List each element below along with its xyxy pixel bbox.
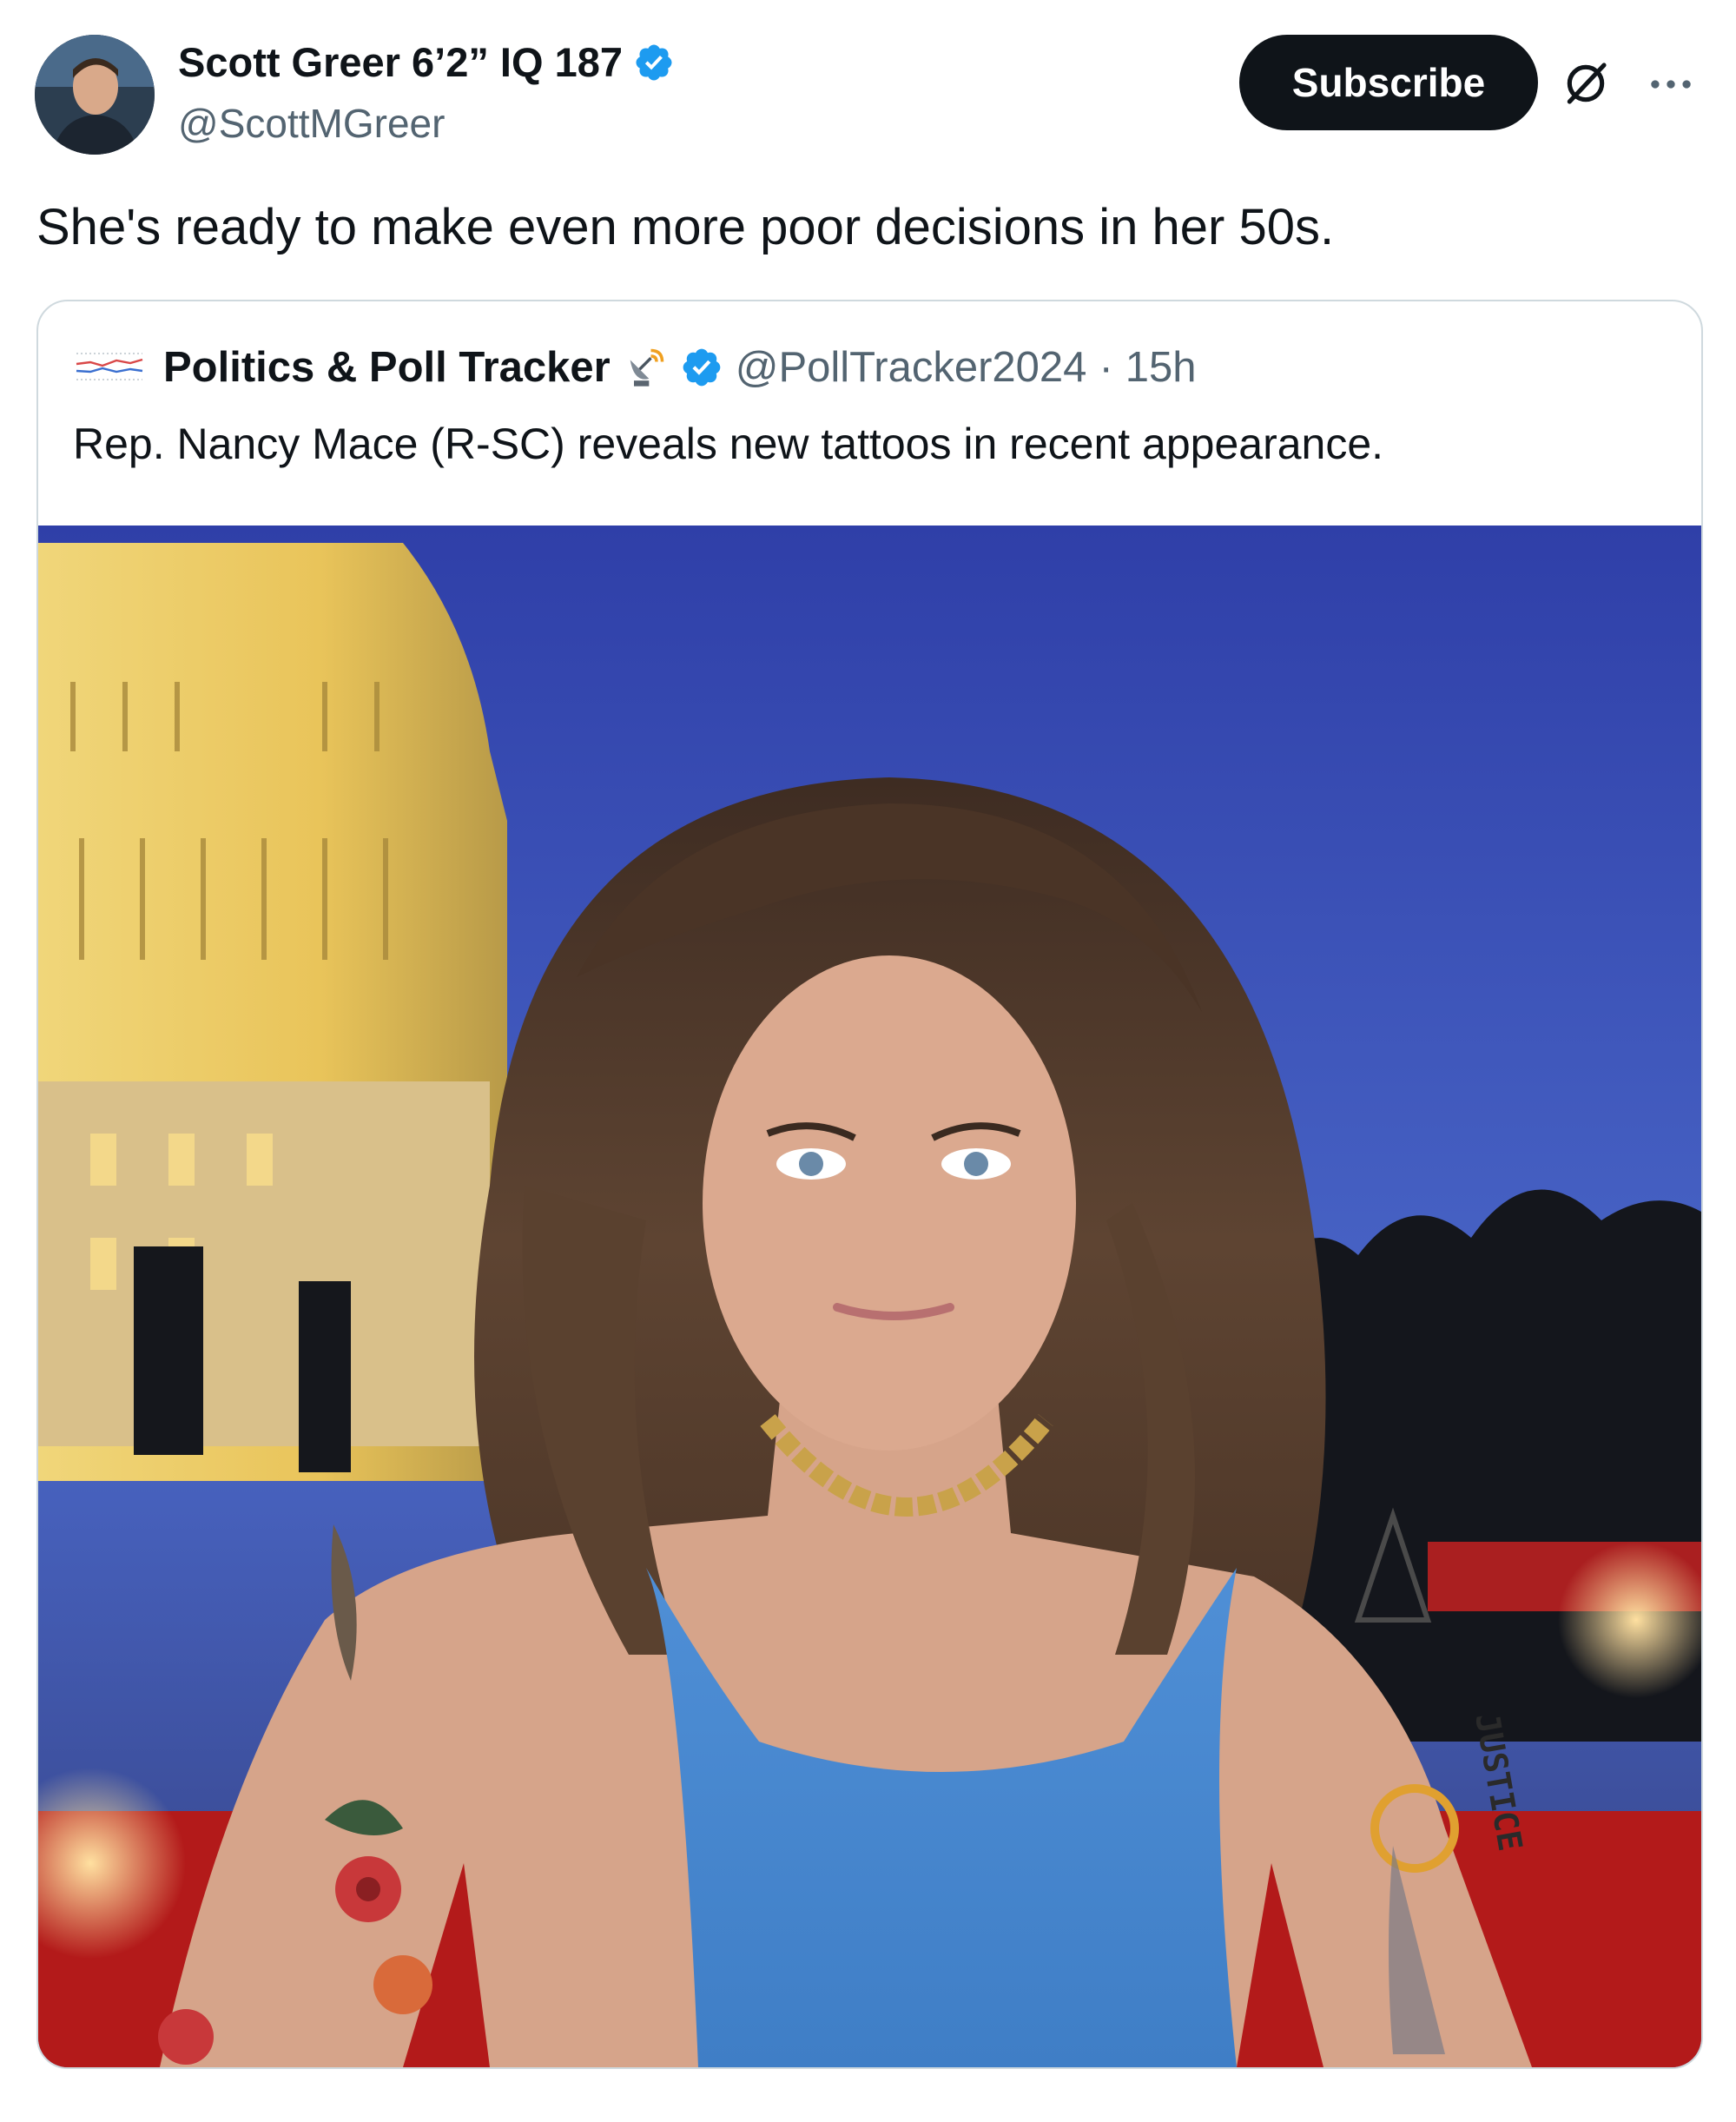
author-handle[interactable]: @ScottMGreer xyxy=(178,100,675,147)
more-icon[interactable] xyxy=(1644,57,1698,111)
quoted-author-handle[interactable]: @PollTracker2024 xyxy=(736,343,1087,392)
quoted-tweet-header: Politics & Poll Tracker @PollTracker2024… xyxy=(73,343,1197,392)
author-avatar[interactable] xyxy=(35,35,155,155)
quoted-timestamp[interactable]: 15h xyxy=(1125,343,1197,392)
verified-badge-icon xyxy=(636,44,672,80)
tweet-text: She's ready to make even more poor decis… xyxy=(36,199,1335,255)
subscribe-button[interactable]: Subscribe xyxy=(1239,35,1538,130)
separator-dot: · xyxy=(1099,344,1113,391)
poll-tracker-logo-icon[interactable] xyxy=(73,345,146,390)
avatar-image xyxy=(35,35,155,155)
satellite-dish-icon xyxy=(630,348,663,387)
grok-icon[interactable] xyxy=(1561,59,1610,108)
tweet-author: Scott Greer 6’2” IQ 187 @ScottMGreer xyxy=(178,38,675,147)
quoted-tweet-image[interactable]: JUSTICE xyxy=(38,526,1701,2067)
photo-woman-tattoos-capitol: JUSTICE xyxy=(38,526,1701,2067)
quoted-verified-badge-icon xyxy=(683,348,721,387)
quoted-tweet-card[interactable]: Politics & Poll Tracker @PollTracker2024… xyxy=(36,300,1703,2069)
author-name[interactable]: Scott Greer 6’2” IQ 187 xyxy=(178,38,623,86)
quoted-tweet-text: Rep. Nancy Mace (R-SC) reveals new tatto… xyxy=(73,420,1384,468)
quoted-author-name[interactable]: Politics & Poll Tracker xyxy=(163,343,611,392)
